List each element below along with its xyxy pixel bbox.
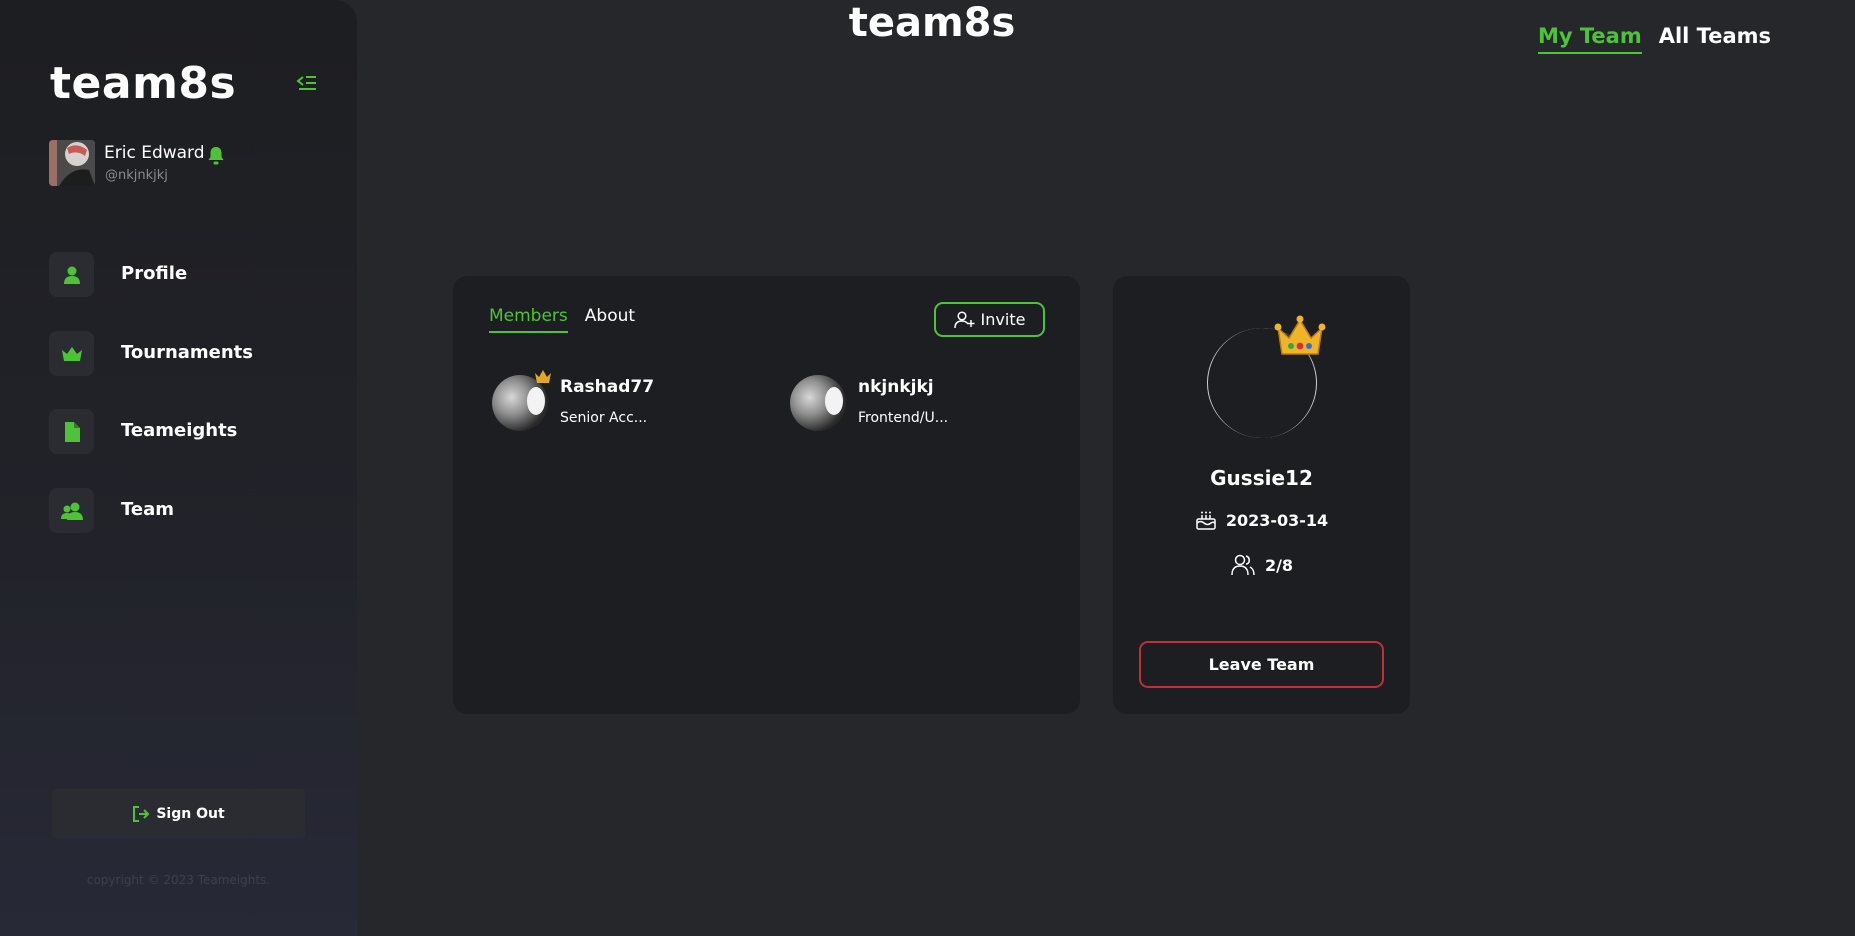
users-icon <box>49 488 94 533</box>
collapse-sidebar-icon[interactable] <box>296 74 318 92</box>
team-created-date: 2023-03-14 <box>1225 510 1329 530</box>
top-tabs: My Team All Teams <box>1537 24 1771 54</box>
member-card[interactable]: nkjnkjkj Frontend/U... <box>790 375 1040 435</box>
members-card: Members About Invite Rashad77 Senior Acc… <box>453 276 1080 714</box>
member-avatar[interactable] <box>790 375 846 431</box>
tab-all-teams[interactable]: All Teams <box>1659 24 1771 54</box>
user-handle: @nkjnkjkj <box>105 168 168 183</box>
document-icon <box>49 409 94 454</box>
crown-icon <box>1274 315 1326 355</box>
card-tabs: Members About <box>489 306 635 333</box>
invite-label: Invite <box>980 310 1026 329</box>
tab-members[interactable]: Members <box>489 306 568 333</box>
sidebar-item-label: Team <box>121 499 174 520</box>
sidebar-item-label: Tournaments <box>121 342 254 363</box>
sidebar-item-teameights[interactable]: Teameights <box>49 409 329 454</box>
bell-icon[interactable] <box>207 146 225 165</box>
sign-out-icon <box>133 805 150 822</box>
sidebar-item-tournaments[interactable]: Tournaments <box>49 331 329 376</box>
user-icon <box>49 252 94 297</box>
team-info-card: Gussie12 2023-03-14 2/8 Leave Team <box>1113 276 1410 714</box>
member-role: Senior Acc... <box>560 410 648 426</box>
sidebar-item-team[interactable]: Team <box>49 488 329 533</box>
avatar[interactable] <box>49 140 95 186</box>
team-name: Gussie12 <box>1210 466 1313 490</box>
team-members-count: 2/8 <box>1264 555 1294 575</box>
users-icon <box>1231 554 1255 576</box>
cake-icon <box>1196 511 1216 530</box>
sign-out-label: Sign Out <box>156 805 225 822</box>
sidebar-item-profile[interactable]: Profile <box>49 252 329 297</box>
sidebar: team8s Eric Edward @nkjnkjkj Profile Tou… <box>0 0 357 936</box>
member-name: Rashad77 <box>560 377 655 397</box>
leave-team-button[interactable]: Leave Team <box>1139 641 1384 688</box>
crown-icon <box>49 331 94 376</box>
sidebar-item-label: Profile <box>121 263 188 284</box>
add-user-icon <box>953 310 975 328</box>
tab-my-team[interactable]: My Team <box>1537 24 1642 54</box>
sign-out-button[interactable]: Sign Out <box>52 789 305 838</box>
copyright-text: copyright © 2023 Teameights. <box>86 873 271 887</box>
team-created-row: 2023-03-14 <box>1113 509 1410 531</box>
team-members-row: 2/8 <box>1113 554 1410 576</box>
user-card[interactable]: Eric Edward @nkjnkjkj <box>49 140 309 188</box>
app-logo[interactable]: team8s <box>50 58 236 109</box>
invite-button[interactable]: Invite <box>934 302 1045 337</box>
member-role: Frontend/U... <box>858 410 949 426</box>
tab-about[interactable]: About <box>585 306 635 333</box>
user-name: Eric Edward <box>104 143 205 163</box>
crown-icon <box>535 370 551 383</box>
member-card[interactable]: Rashad77 Senior Acc... <box>492 370 742 435</box>
member-name: nkjnkjkj <box>858 377 934 397</box>
sidebar-item-label: Teameights <box>121 420 238 441</box>
